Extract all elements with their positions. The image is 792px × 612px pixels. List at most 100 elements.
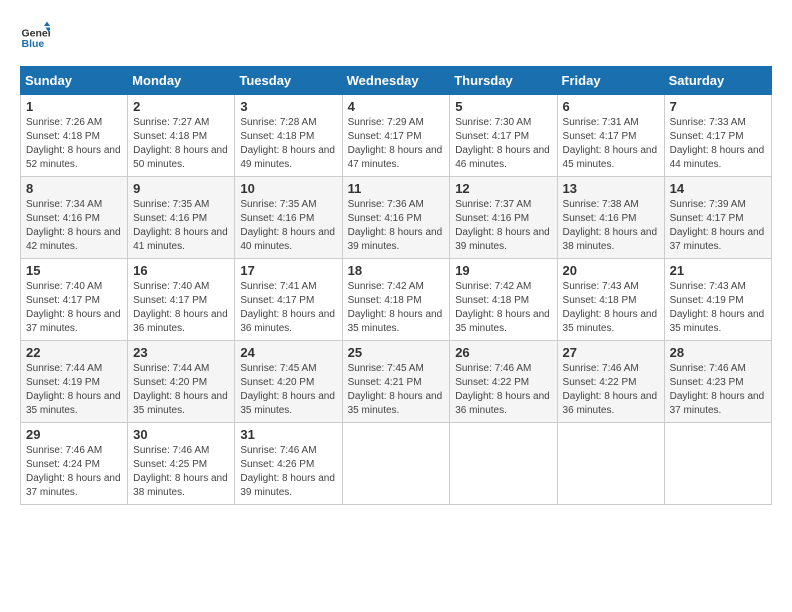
day-info: Sunrise: 7:36 AMSunset: 4:16 PMDaylight:… xyxy=(348,198,445,254)
calendar-cell: 31 Sunrise: 7:46 AMSunset: 4:26 PMDaylig… xyxy=(235,423,342,505)
calendar-cell xyxy=(342,423,450,505)
day-info: Sunrise: 7:44 AMSunset: 4:20 PMDaylight:… xyxy=(133,362,229,418)
calendar-cell: 29 Sunrise: 7:46 AMSunset: 4:24 PMDaylig… xyxy=(21,423,128,505)
day-info: Sunrise: 7:46 AMSunset: 4:22 PMDaylight:… xyxy=(455,362,551,418)
calendar-cell: 26 Sunrise: 7:46 AMSunset: 4:22 PMDaylig… xyxy=(450,341,557,423)
day-number: 4 xyxy=(348,99,445,114)
calendar-cell: 14 Sunrise: 7:39 AMSunset: 4:17 PMDaylig… xyxy=(664,177,771,259)
logo-icon: General Blue xyxy=(20,20,50,50)
day-info: Sunrise: 7:40 AMSunset: 4:17 PMDaylight:… xyxy=(26,280,122,336)
day-number: 28 xyxy=(670,345,766,360)
day-info: Sunrise: 7:46 AMSunset: 4:25 PMDaylight:… xyxy=(133,444,229,500)
day-of-week-header: Wednesday xyxy=(342,67,450,95)
calendar-header-row: SundayMondayTuesdayWednesdayThursdayFrid… xyxy=(21,67,772,95)
day-number: 8 xyxy=(26,181,122,196)
day-number: 11 xyxy=(348,181,445,196)
calendar-week-row: 8 Sunrise: 7:34 AMSunset: 4:16 PMDayligh… xyxy=(21,177,772,259)
calendar-cell: 16 Sunrise: 7:40 AMSunset: 4:17 PMDaylig… xyxy=(128,259,235,341)
calendar-cell: 13 Sunrise: 7:38 AMSunset: 4:16 PMDaylig… xyxy=(557,177,664,259)
day-info: Sunrise: 7:37 AMSunset: 4:16 PMDaylight:… xyxy=(455,198,551,254)
svg-text:Blue: Blue xyxy=(22,38,45,50)
day-info: Sunrise: 7:46 AMSunset: 4:26 PMDaylight:… xyxy=(240,444,336,500)
calendar-cell: 20 Sunrise: 7:43 AMSunset: 4:18 PMDaylig… xyxy=(557,259,664,341)
day-number: 2 xyxy=(133,99,229,114)
calendar-cell: 21 Sunrise: 7:43 AMSunset: 4:19 PMDaylig… xyxy=(664,259,771,341)
day-of-week-header: Saturday xyxy=(664,67,771,95)
day-info: Sunrise: 7:29 AMSunset: 4:17 PMDaylight:… xyxy=(348,116,445,172)
day-number: 18 xyxy=(348,263,445,278)
day-number: 20 xyxy=(563,263,659,278)
day-info: Sunrise: 7:30 AMSunset: 4:17 PMDaylight:… xyxy=(455,116,551,172)
calendar-cell: 12 Sunrise: 7:37 AMSunset: 4:16 PMDaylig… xyxy=(450,177,557,259)
day-number: 15 xyxy=(26,263,122,278)
day-number: 31 xyxy=(240,427,336,442)
day-number: 16 xyxy=(133,263,229,278)
calendar-table: SundayMondayTuesdayWednesdayThursdayFrid… xyxy=(20,66,772,505)
calendar-cell: 4 Sunrise: 7:29 AMSunset: 4:17 PMDayligh… xyxy=(342,95,450,177)
day-number: 25 xyxy=(348,345,445,360)
calendar-week-row: 15 Sunrise: 7:40 AMSunset: 4:17 PMDaylig… xyxy=(21,259,772,341)
calendar-cell: 8 Sunrise: 7:34 AMSunset: 4:16 PMDayligh… xyxy=(21,177,128,259)
calendar-cell: 9 Sunrise: 7:35 AMSunset: 4:16 PMDayligh… xyxy=(128,177,235,259)
day-number: 26 xyxy=(455,345,551,360)
day-info: Sunrise: 7:44 AMSunset: 4:19 PMDaylight:… xyxy=(26,362,122,418)
day-info: Sunrise: 7:31 AMSunset: 4:17 PMDaylight:… xyxy=(563,116,659,172)
calendar-week-row: 1 Sunrise: 7:26 AMSunset: 4:18 PMDayligh… xyxy=(21,95,772,177)
day-number: 21 xyxy=(670,263,766,278)
day-number: 17 xyxy=(240,263,336,278)
day-of-week-header: Friday xyxy=(557,67,664,95)
day-info: Sunrise: 7:46 AMSunset: 4:23 PMDaylight:… xyxy=(670,362,766,418)
calendar-cell: 7 Sunrise: 7:33 AMSunset: 4:17 PMDayligh… xyxy=(664,95,771,177)
day-info: Sunrise: 7:41 AMSunset: 4:17 PMDaylight:… xyxy=(240,280,336,336)
day-number: 23 xyxy=(133,345,229,360)
day-info: Sunrise: 7:43 AMSunset: 4:19 PMDaylight:… xyxy=(670,280,766,336)
calendar-week-row: 29 Sunrise: 7:46 AMSunset: 4:24 PMDaylig… xyxy=(21,423,772,505)
day-number: 22 xyxy=(26,345,122,360)
logo: General Blue xyxy=(20,20,54,50)
day-number: 29 xyxy=(26,427,122,442)
day-info: Sunrise: 7:40 AMSunset: 4:17 PMDaylight:… xyxy=(133,280,229,336)
day-info: Sunrise: 7:45 AMSunset: 4:20 PMDaylight:… xyxy=(240,362,336,418)
calendar-cell: 5 Sunrise: 7:30 AMSunset: 4:17 PMDayligh… xyxy=(450,95,557,177)
day-number: 30 xyxy=(133,427,229,442)
day-number: 5 xyxy=(455,99,551,114)
calendar-cell: 27 Sunrise: 7:46 AMSunset: 4:22 PMDaylig… xyxy=(557,341,664,423)
calendar-cell: 11 Sunrise: 7:36 AMSunset: 4:16 PMDaylig… xyxy=(342,177,450,259)
calendar-cell: 30 Sunrise: 7:46 AMSunset: 4:25 PMDaylig… xyxy=(128,423,235,505)
calendar-cell: 6 Sunrise: 7:31 AMSunset: 4:17 PMDayligh… xyxy=(557,95,664,177)
day-info: Sunrise: 7:39 AMSunset: 4:17 PMDaylight:… xyxy=(670,198,766,254)
day-of-week-header: Monday xyxy=(128,67,235,95)
calendar-cell: 28 Sunrise: 7:46 AMSunset: 4:23 PMDaylig… xyxy=(664,341,771,423)
day-number: 3 xyxy=(240,99,336,114)
calendar-cell: 25 Sunrise: 7:45 AMSunset: 4:21 PMDaylig… xyxy=(342,341,450,423)
day-info: Sunrise: 7:42 AMSunset: 4:18 PMDaylight:… xyxy=(348,280,445,336)
day-number: 10 xyxy=(240,181,336,196)
day-of-week-header: Sunday xyxy=(21,67,128,95)
page-header: General Blue xyxy=(20,20,772,50)
calendar-cell: 17 Sunrise: 7:41 AMSunset: 4:17 PMDaylig… xyxy=(235,259,342,341)
day-number: 7 xyxy=(670,99,766,114)
calendar-cell: 10 Sunrise: 7:35 AMSunset: 4:16 PMDaylig… xyxy=(235,177,342,259)
day-info: Sunrise: 7:42 AMSunset: 4:18 PMDaylight:… xyxy=(455,280,551,336)
day-number: 19 xyxy=(455,263,551,278)
day-number: 1 xyxy=(26,99,122,114)
day-info: Sunrise: 7:26 AMSunset: 4:18 PMDaylight:… xyxy=(26,116,122,172)
calendar-cell: 18 Sunrise: 7:42 AMSunset: 4:18 PMDaylig… xyxy=(342,259,450,341)
day-of-week-header: Tuesday xyxy=(235,67,342,95)
calendar-cell: 15 Sunrise: 7:40 AMSunset: 4:17 PMDaylig… xyxy=(21,259,128,341)
calendar-cell xyxy=(557,423,664,505)
day-number: 9 xyxy=(133,181,229,196)
calendar-cell xyxy=(664,423,771,505)
calendar-cell: 19 Sunrise: 7:42 AMSunset: 4:18 PMDaylig… xyxy=(450,259,557,341)
day-of-week-header: Thursday xyxy=(450,67,557,95)
calendar-cell: 3 Sunrise: 7:28 AMSunset: 4:18 PMDayligh… xyxy=(235,95,342,177)
calendar-cell: 1 Sunrise: 7:26 AMSunset: 4:18 PMDayligh… xyxy=(21,95,128,177)
day-number: 13 xyxy=(563,181,659,196)
calendar-cell xyxy=(450,423,557,505)
calendar-week-row: 22 Sunrise: 7:44 AMSunset: 4:19 PMDaylig… xyxy=(21,341,772,423)
day-info: Sunrise: 7:43 AMSunset: 4:18 PMDaylight:… xyxy=(563,280,659,336)
calendar-cell: 22 Sunrise: 7:44 AMSunset: 4:19 PMDaylig… xyxy=(21,341,128,423)
day-number: 14 xyxy=(670,181,766,196)
day-info: Sunrise: 7:46 AMSunset: 4:24 PMDaylight:… xyxy=(26,444,122,500)
calendar-cell: 24 Sunrise: 7:45 AMSunset: 4:20 PMDaylig… xyxy=(235,341,342,423)
